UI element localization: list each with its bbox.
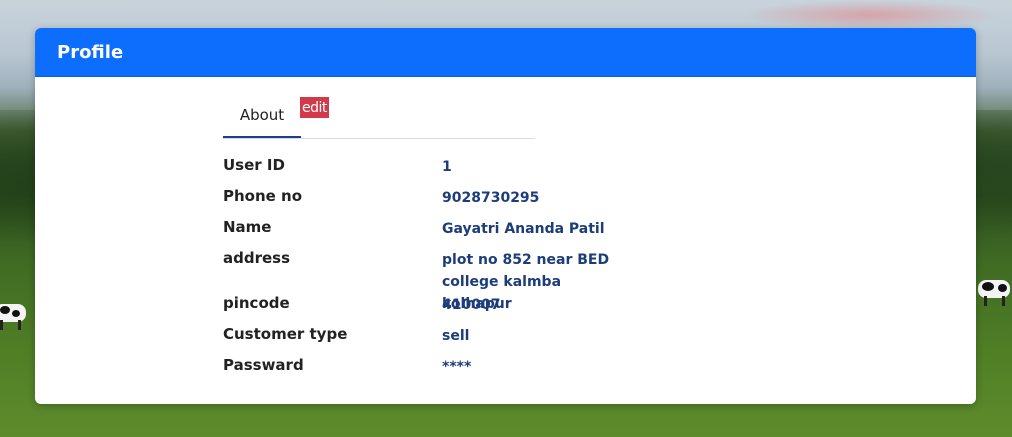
cow-left-image bbox=[0, 300, 28, 330]
profile-tabs: About edit bbox=[223, 94, 535, 139]
detail-value: 410007 bbox=[442, 297, 501, 313]
detail-value: 9028730295 bbox=[442, 190, 540, 206]
detail-label: pincode bbox=[223, 294, 290, 312]
detail-label: address bbox=[223, 249, 291, 267]
detail-value: Gayatri Ananda Patil bbox=[442, 221, 605, 237]
detail-value: 1 bbox=[442, 159, 452, 175]
page-title: Profile bbox=[57, 41, 124, 63]
detail-label: Phone no bbox=[223, 187, 303, 205]
detail-label: Customer type bbox=[223, 325, 348, 343]
detail-label: Name bbox=[223, 218, 272, 236]
detail-label: User ID bbox=[223, 156, 285, 174]
detail-value: sell bbox=[442, 328, 470, 344]
detail-label: Passward bbox=[223, 356, 304, 374]
background-glow bbox=[740, 0, 1000, 30]
cow-right-image bbox=[978, 276, 1012, 306]
edit-button[interactable]: edit bbox=[300, 97, 329, 118]
card-header: Profile bbox=[35, 28, 976, 77]
detail-value: **** bbox=[442, 359, 472, 375]
profile-card: Profile About edit User ID 1 Phone no 90… bbox=[35, 28, 976, 404]
tab-about[interactable]: About bbox=[223, 94, 301, 138]
